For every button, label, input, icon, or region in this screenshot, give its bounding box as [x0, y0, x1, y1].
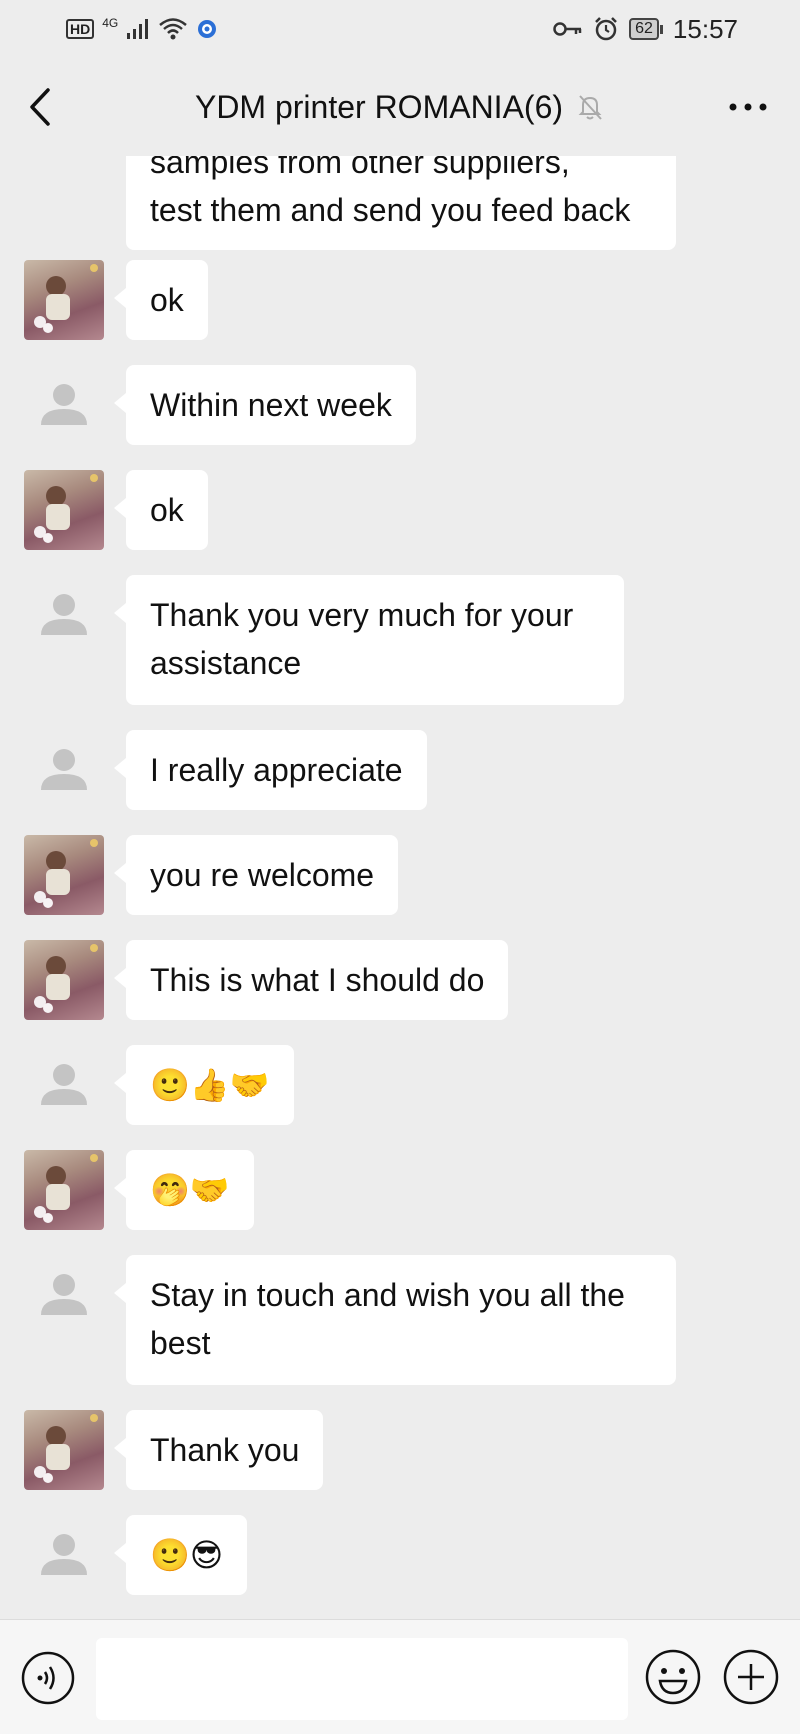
message-bubble[interactable]: This is what I should do	[113, 940, 509, 1020]
avatar-photo[interactable]	[24, 470, 104, 550]
person-icon	[41, 384, 87, 425]
avatar-photo[interactable]	[24, 940, 104, 1020]
avatar-default[interactable]	[24, 365, 104, 445]
message-list[interactable]: samples from other suppliers, test them …	[0, 156, 800, 1619]
avatar-image	[34, 474, 98, 543]
message-bubble[interactable]: 🙂👍🤝	[114, 1045, 294, 1125]
avatar-image	[34, 264, 98, 333]
input-bar	[0, 1619, 800, 1734]
avatar-default[interactable]	[24, 1515, 104, 1595]
person-icon	[41, 1534, 87, 1575]
battery-level: 62	[629, 18, 659, 40]
app-notification-icon	[198, 20, 217, 38]
avatar-image	[34, 944, 98, 1013]
chat-header: YDM printer ROMANIA(6)	[0, 58, 800, 156]
message-bubble[interactable]: you re welcome	[113, 835, 399, 915]
avatar-image	[34, 839, 98, 908]
avatar-default[interactable]	[24, 730, 104, 810]
emoji-icon[interactable]	[644, 1648, 702, 1706]
person-icon	[41, 749, 87, 790]
message-bubble[interactable]: ok	[114, 260, 208, 340]
chevron-left-icon[interactable]	[22, 84, 62, 130]
wifi-icon	[159, 18, 188, 40]
avatar-default[interactable]	[24, 575, 104, 655]
hd-badge: HD	[66, 19, 95, 39]
message-bubble[interactable]: ok	[114, 470, 208, 550]
signal-icon	[127, 19, 149, 39]
message-bubble[interactable]: Stay in touch and wish you all the best	[114, 1255, 676, 1385]
person-icon	[41, 594, 87, 635]
message-bubble[interactable]: 🤭🤝	[114, 1150, 254, 1230]
voice-icon[interactable]	[20, 1650, 76, 1706]
avatar-photo[interactable]	[24, 260, 104, 340]
person-icon	[41, 1064, 87, 1105]
person-icon	[41, 1274, 87, 1315]
vpn-key-icon	[553, 22, 582, 36]
avatar-photo[interactable]	[24, 1410, 104, 1490]
avatar-default[interactable]	[24, 1045, 104, 1125]
message-bubble[interactable]: samples from other suppliers, test them …	[126, 156, 676, 250]
message-input[interactable]	[96, 1638, 628, 1720]
avatar-image	[34, 1154, 98, 1223]
status-bar: HD 4G 62 15:57	[0, 0, 800, 58]
battery-indicator: 62	[629, 18, 663, 40]
avatar-photo[interactable]	[24, 835, 104, 915]
more-dots-icon[interactable]	[726, 92, 770, 122]
message-bubble[interactable]: I really appreciate	[114, 730, 427, 810]
bell-off-icon	[578, 95, 602, 120]
status-right: 62 15:57	[553, 14, 738, 45]
message-bubble[interactable]: 🙂😎	[113, 1515, 248, 1595]
chat-title: YDM printer ROMANIA(6)	[194, 88, 564, 125]
network-type: 4G	[102, 16, 119, 30]
plus-icon[interactable]	[722, 1648, 780, 1706]
message-bubble[interactable]: Thank you very much for your assistance	[114, 575, 624, 705]
status-left: HD 4G	[66, 16, 218, 41]
title-wrap: YDM printer ROMANIA(6)	[195, 89, 605, 126]
message-bubble[interactable]: Within next week	[114, 365, 416, 445]
avatar-image	[34, 1414, 98, 1483]
alarm-icon	[595, 17, 618, 41]
avatar-default[interactable]	[24, 1255, 104, 1335]
avatar-photo[interactable]	[24, 1150, 104, 1230]
status-time: 15:57	[672, 13, 738, 44]
message-bubble[interactable]: Thank you	[113, 1410, 324, 1490]
